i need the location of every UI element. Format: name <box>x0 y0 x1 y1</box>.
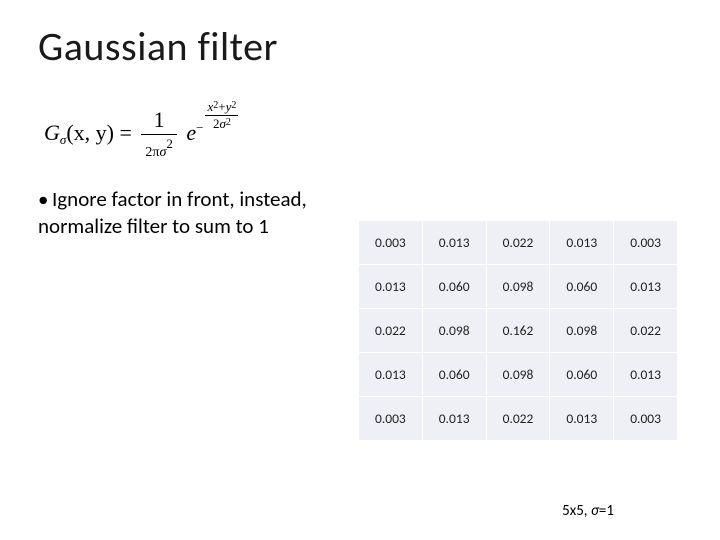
formula-e: e <box>186 120 196 145</box>
kernel-cell: 0.013 <box>550 397 614 441</box>
exp-minus: − <box>196 120 203 135</box>
kernel-cell: 0.003 <box>359 221 423 265</box>
kernel-cell: 0.098 <box>550 309 614 353</box>
kernel-cell: 0.022 <box>614 309 678 353</box>
kernel-table-wrap: 0.003 0.013 0.022 0.013 0.003 0.013 0.06… <box>358 220 678 441</box>
kernel-cell: 0.003 <box>359 397 423 441</box>
kernel-caption: 5x5, σ=1 <box>562 502 614 520</box>
kernel-cell: 0.003 <box>614 221 678 265</box>
kernel-cell: 0.013 <box>614 265 678 309</box>
table-row: 0.013 0.060 0.098 0.060 0.013 <box>359 265 678 309</box>
exp-den-sq: 2 <box>226 117 231 128</box>
formula-fraction: 1 2πσ2 <box>141 107 176 162</box>
kernel-cell: 0.013 <box>422 397 486 441</box>
kernel-cell: 0.060 <box>550 353 614 397</box>
exponent-fraction: x2+y2 2σ2 <box>205 99 238 132</box>
gaussian-formula: Gσ(x, y) = 1 2πσ2 e− x2+y2 2σ2 <box>44 99 682 162</box>
kernel-cell: 0.060 <box>422 353 486 397</box>
exp-denominator: 2σ2 <box>205 116 238 132</box>
bullet-text: Ignore factor in front, instead, normali… <box>38 186 307 238</box>
frac-denominator: 2πσ2 <box>141 135 176 163</box>
kernel-cell: 0.013 <box>614 353 678 397</box>
kernel-cell: 0.013 <box>422 221 486 265</box>
exp-plus: + <box>218 99 225 114</box>
page-title: Gaussian filter <box>38 22 682 71</box>
den-sq: 2 <box>166 136 173 151</box>
kernel-cell: 0.162 <box>486 309 550 353</box>
exp-numerator: x2+y2 <box>205 99 238 116</box>
kernel-cell: 0.060 <box>550 265 614 309</box>
kernel-cell: 0.060 <box>422 265 486 309</box>
table-row: 0.003 0.013 0.022 0.013 0.003 <box>359 397 678 441</box>
slide: Gaussian filter Gσ(x, y) = 1 2πσ2 e− x2+… <box>0 0 720 540</box>
exp-y-sq: 2 <box>231 100 236 111</box>
kernel-cell: 0.013 <box>550 221 614 265</box>
kernel-cell: 0.003 <box>614 397 678 441</box>
frac-numerator: 1 <box>141 107 176 134</box>
kernel-cell: 0.013 <box>359 353 423 397</box>
bullet-dot: • <box>38 186 52 212</box>
table-row: 0.013 0.060 0.098 0.060 0.013 <box>359 353 678 397</box>
kernel-cell: 0.022 <box>359 309 423 353</box>
kernel-table: 0.003 0.013 0.022 0.013 0.003 0.013 0.06… <box>358 220 678 441</box>
kernel-cell: 0.098 <box>486 353 550 397</box>
caption-sigma: σ <box>591 502 599 520</box>
table-row: 0.022 0.098 0.162 0.098 0.022 <box>359 309 678 353</box>
table-row: 0.003 0.013 0.022 0.013 0.003 <box>359 221 678 265</box>
caption-eq: =1 <box>599 502 614 520</box>
formula-G: G <box>44 120 60 145</box>
bullet-item: •Ignore factor in front, instead, normal… <box>38 186 338 239</box>
kernel-cell: 0.098 <box>486 265 550 309</box>
kernel-cell: 0.098 <box>422 309 486 353</box>
den-2pi: 2π <box>145 145 159 160</box>
caption-size: 5x5, <box>562 502 591 520</box>
kernel-cell: 0.022 <box>486 221 550 265</box>
formula-args: (x, y) = <box>66 120 137 145</box>
kernel-cell: 0.013 <box>359 265 423 309</box>
kernel-cell: 0.022 <box>486 397 550 441</box>
